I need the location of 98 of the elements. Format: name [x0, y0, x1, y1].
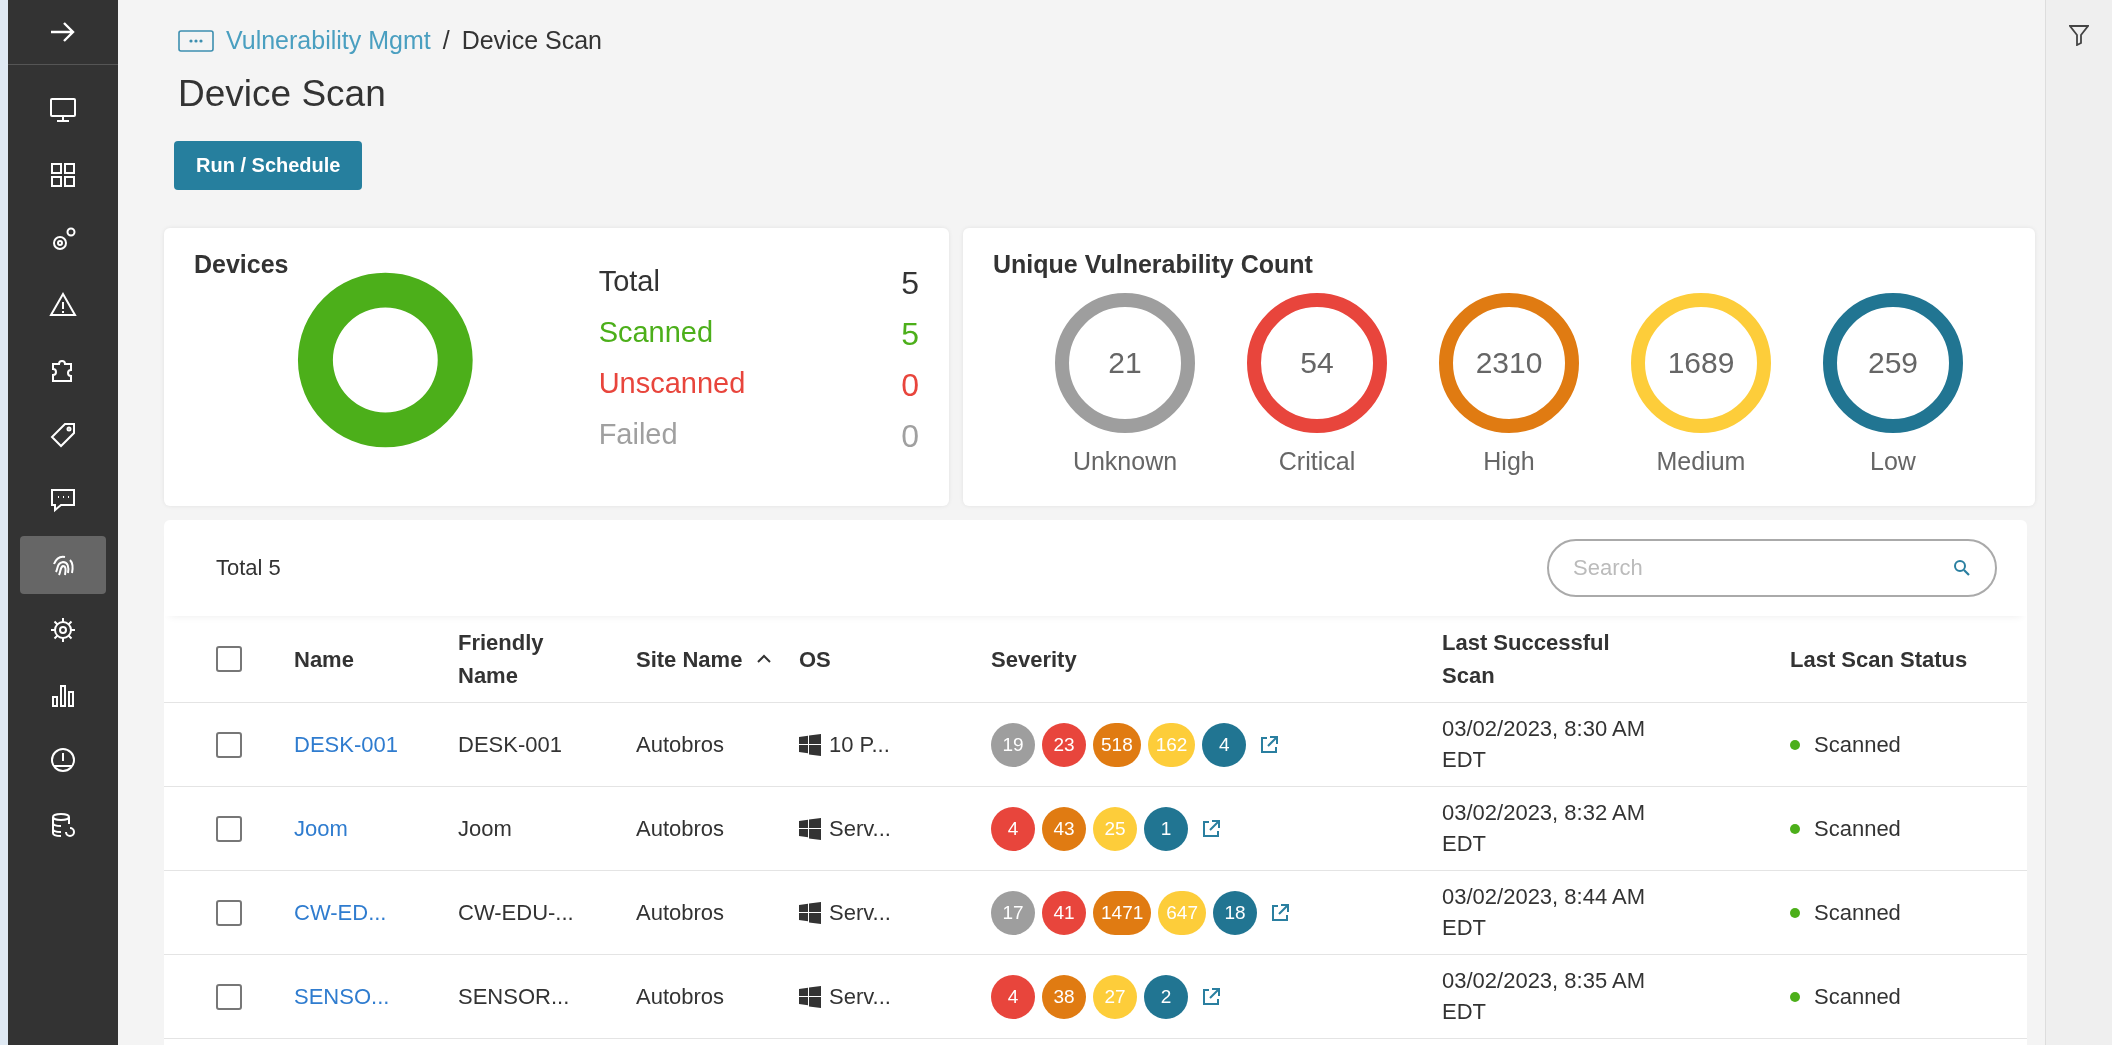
column-header[interactable]: OS — [799, 642, 991, 676]
search-icon[interactable] — [1953, 559, 1971, 577]
ring-label: High — [1483, 447, 1535, 476]
windows-icon — [799, 901, 821, 924]
total-count: Total 5 — [216, 555, 281, 581]
row-checkbox[interactable] — [216, 815, 242, 842]
stat-label: Unscanned — [598, 367, 746, 401]
stat-value: 5 — [901, 316, 919, 353]
tag-icon[interactable] — [48, 420, 78, 450]
ring-label: Unknown — [1072, 447, 1178, 476]
site-name-cell: Autobros — [636, 731, 725, 757]
select-all-checkbox[interactable] — [216, 646, 242, 672]
column-header[interactable]: Site Name — [636, 642, 799, 676]
severity-count-badge: 518 — [1093, 722, 1141, 767]
device-name-link[interactable]: DESK-001 — [294, 731, 398, 757]
external-link-icon[interactable] — [1259, 734, 1280, 755]
severity-count-badge: 4 — [991, 806, 1035, 851]
row-checkbox[interactable] — [216, 899, 242, 926]
friendly-name-cell: SENSOR... — [458, 983, 570, 1009]
column-header[interactable]: Last Successful Scan — [1442, 626, 1790, 692]
site-name-cell: Autobros — [636, 815, 725, 841]
windows-icon — [799, 733, 821, 756]
friendly-name-cell: Joom — [458, 815, 512, 841]
run-schedule-button[interactable]: Run / Schedule — [174, 141, 363, 190]
os-cell: Serv... — [829, 899, 891, 926]
stat-value: 0 — [901, 418, 919, 455]
stat-label: Scanned — [598, 316, 714, 350]
severity-count-badge: 43 — [1042, 806, 1086, 851]
external-link-icon[interactable] — [1201, 818, 1221, 839]
ring-count: 259 — [1867, 346, 1919, 380]
status-cell: Scanned — [1814, 899, 1901, 926]
os-cell: Serv... — [829, 815, 891, 842]
severity-count-badge: 162 — [1147, 722, 1196, 767]
severity-count-badge: 19 — [991, 722, 1035, 767]
column-header[interactable]: Severity — [991, 642, 1442, 676]
severity-count-badge: 4 — [991, 974, 1035, 1019]
stat-label: Total — [598, 265, 660, 299]
device-name-link[interactable]: CW-ED... — [294, 899, 387, 925]
arrow-right-icon[interactable] — [49, 20, 77, 44]
ring-label: Low — [1870, 447, 1916, 476]
stat-value: 0 — [901, 367, 919, 404]
column-header[interactable]: Name — [294, 642, 458, 676]
row-checkbox[interactable] — [216, 983, 242, 1010]
severity-count-badge: 1471 — [1093, 890, 1152, 935]
ring-count: 2310 — [1475, 346, 1543, 380]
stat-value: 5 — [901, 265, 919, 302]
external-link-icon[interactable] — [1270, 902, 1290, 923]
os-cell: 10 P... — [829, 731, 890, 758]
filter-icon[interactable] — [2069, 24, 2089, 46]
friendly-name-cell: DESK-001 — [458, 731, 562, 757]
site-name-cell: Autobros — [636, 899, 725, 925]
breadcrumb-separator: / — [442, 26, 450, 55]
severity-count-badge: 17 — [991, 890, 1035, 935]
device-name-link[interactable]: SENSO... — [294, 983, 390, 1009]
severity-count-badge: 2 — [1144, 974, 1188, 1019]
severity-count-badge: 1 — [1144, 806, 1188, 851]
stat-label: Failed — [598, 418, 678, 452]
friendly-name-cell: CW-EDU-... — [458, 899, 574, 925]
last-scan-cell-text: 03/02/2023, 8:32 AM EDT — [1442, 798, 1647, 858]
ring-label: Critical — [1278, 447, 1356, 476]
severity-count-badge: 25 — [1093, 806, 1137, 851]
ring-count: 21 — [1108, 346, 1142, 380]
severity-count-badge: 27 — [1093, 974, 1137, 1019]
status-cell: Scanned — [1814, 983, 1901, 1010]
page-title: Device Scan — [178, 73, 387, 115]
last-scan-cell-text: 03/02/2023, 8:30 AM EDT — [1442, 714, 1647, 774]
windows-icon — [799, 817, 821, 840]
ellipsis-icon[interactable] — [178, 29, 214, 52]
gear-icon[interactable] — [48, 615, 78, 645]
search-field[interactable]: Search — [1547, 539, 1997, 597]
device-name-link[interactable]: Joom — [294, 815, 348, 841]
card-title: Devices — [194, 250, 290, 279]
column-header[interactable]: Friendly Name — [458, 626, 636, 692]
severity-count-badge: 41 — [1042, 890, 1086, 935]
ring-label: Medium — [1656, 447, 1746, 476]
severity-count-badge: 18 — [1213, 890, 1257, 935]
status-cell: Scanned — [1814, 731, 1901, 758]
card-title: Unique Vulnerability Count — [993, 250, 1314, 279]
sort-caret-icon[interactable] — [756, 654, 773, 664]
severity-count-badge: 647 — [1158, 890, 1206, 935]
last-scan-cell-text: 03/02/2023, 8:35 AM EDT — [1442, 966, 1647, 1026]
monitor-icon[interactable] — [48, 95, 78, 125]
ring-count: 1689 — [1667, 346, 1735, 380]
ring-count: 54 — [1300, 346, 1334, 380]
grid-icon[interactable] — [48, 160, 78, 190]
os-cell: Serv... — [829, 983, 891, 1010]
gauge-icon[interactable] — [48, 745, 78, 775]
site-name-cell: Autobros — [636, 983, 725, 1009]
breadcrumb-current: Device Scan — [461, 26, 602, 55]
last-scan-cell-text: 03/02/2023, 8:44 AM EDT — [1442, 882, 1647, 942]
severity-count-badge: 23 — [1042, 722, 1086, 767]
column-header[interactable]: Last Scan Status — [1790, 642, 2027, 676]
severity-count-badge: 38 — [1042, 974, 1086, 1019]
severity-count-badge: 4 — [1202, 722, 1247, 767]
row-checkbox[interactable] — [216, 731, 242, 758]
windows-icon — [799, 985, 821, 1008]
external-link-icon[interactable] — [1201, 986, 1221, 1007]
status-cell: Scanned — [1814, 815, 1901, 842]
